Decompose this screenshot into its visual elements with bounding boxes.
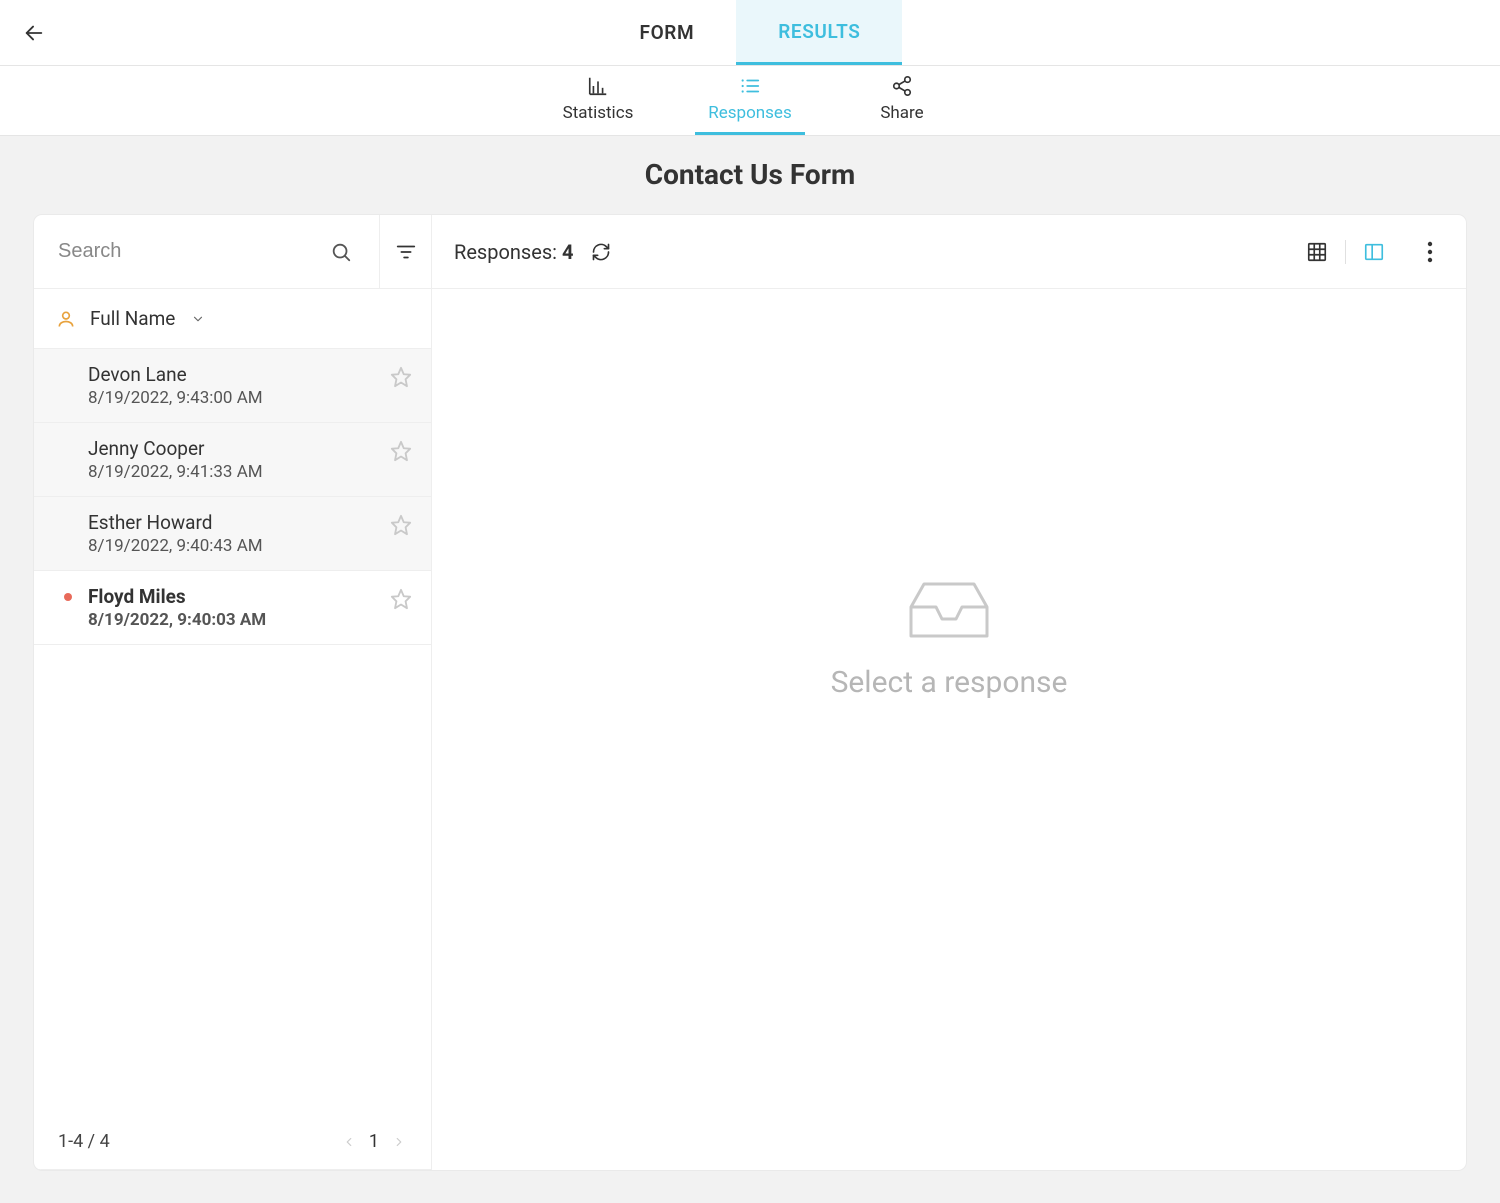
list-icon [738, 75, 762, 97]
list-item[interactable]: Jenny Cooper 8/19/2022, 9:41:33 AM [34, 423, 431, 497]
star-icon [390, 514, 412, 536]
response-name: Esther Howard [88, 511, 413, 534]
share-icon [890, 75, 914, 97]
search-row [34, 215, 431, 289]
current-page: 1 [369, 1131, 379, 1152]
star-button[interactable] [387, 437, 415, 465]
top-header: FORM RESULTS [0, 0, 1500, 66]
subnav-responses[interactable]: Responses [695, 66, 805, 135]
responses-sidebar: Full Name Devon Lane 8/19/2022, 9:43:00 … [34, 215, 432, 1170]
next-page-button[interactable] [387, 1130, 411, 1154]
response-timestamp: 8/19/2022, 9:43:00 AM [88, 388, 413, 408]
chevron-left-icon [342, 1135, 356, 1149]
search-box [34, 215, 379, 288]
primary-tabs: FORM RESULTS [598, 0, 903, 65]
unread-dot [64, 593, 72, 601]
response-name: Devon Lane [88, 363, 413, 386]
subnav-label: Statistics [563, 103, 634, 123]
star-button[interactable] [387, 585, 415, 613]
filter-icon [395, 241, 417, 263]
subnav-share[interactable]: Share [847, 66, 957, 135]
response-timestamp: 8/19/2022, 9:41:33 AM [88, 462, 413, 482]
star-button[interactable] [387, 511, 415, 539]
pagination: 1-4 / 4 1 [34, 1114, 431, 1170]
empty-message: Select a response [831, 665, 1068, 700]
pagination-range: 1-4 / 4 [58, 1131, 110, 1152]
arrow-left-icon [23, 22, 45, 44]
subnav-label: Responses [708, 103, 791, 123]
list-item[interactable]: Esther Howard 8/19/2022, 9:40:43 AM [34, 497, 431, 571]
response-detail-pane: Responses: 4 [432, 215, 1466, 1170]
responses-list: Devon Lane 8/19/2022, 9:43:00 AM Jenny C… [34, 349, 431, 1114]
response-name: Jenny Cooper [88, 437, 413, 460]
person-icon [56, 309, 76, 329]
tab-form[interactable]: FORM [598, 0, 737, 65]
response-name: Floyd Miles [88, 585, 413, 608]
sort-header[interactable]: Full Name [34, 289, 431, 349]
subnav-label: Share [880, 103, 923, 123]
star-button[interactable] [387, 363, 415, 391]
star-icon [390, 440, 412, 462]
chevron-right-icon [392, 1135, 406, 1149]
response-timestamp: 8/19/2022, 9:40:43 AM [88, 536, 413, 556]
star-icon [390, 588, 412, 610]
tab-results[interactable]: RESULTS [736, 0, 902, 65]
empty-state: Select a response [432, 215, 1466, 1080]
prev-page-button[interactable] [337, 1130, 361, 1154]
page-body: Contact Us Form [0, 136, 1500, 1203]
search-icon [330, 241, 352, 263]
inbox-icon [906, 579, 992, 641]
content-wrap: Full Name Devon Lane 8/19/2022, 9:43:00 … [0, 215, 1500, 1203]
page-title: Contact Us Form [0, 136, 1500, 215]
response-timestamp: 8/19/2022, 9:40:03 AM [88, 610, 413, 630]
star-icon [390, 366, 412, 388]
bar-chart-icon [586, 75, 610, 97]
list-item[interactable]: Devon Lane 8/19/2022, 9:43:00 AM [34, 349, 431, 423]
content-card: Full Name Devon Lane 8/19/2022, 9:43:00 … [34, 215, 1466, 1170]
search-button[interactable] [323, 241, 359, 263]
subnav-statistics[interactable]: Statistics [543, 66, 653, 135]
back-button[interactable] [18, 17, 50, 49]
list-item[interactable]: Floyd Miles 8/19/2022, 9:40:03 AM [34, 571, 431, 645]
filter-button[interactable] [379, 215, 431, 288]
search-input[interactable] [58, 240, 323, 263]
sub-nav: Statistics Responses Share [0, 66, 1500, 136]
sort-label: Full Name [90, 307, 175, 330]
chevron-down-icon [191, 312, 205, 326]
